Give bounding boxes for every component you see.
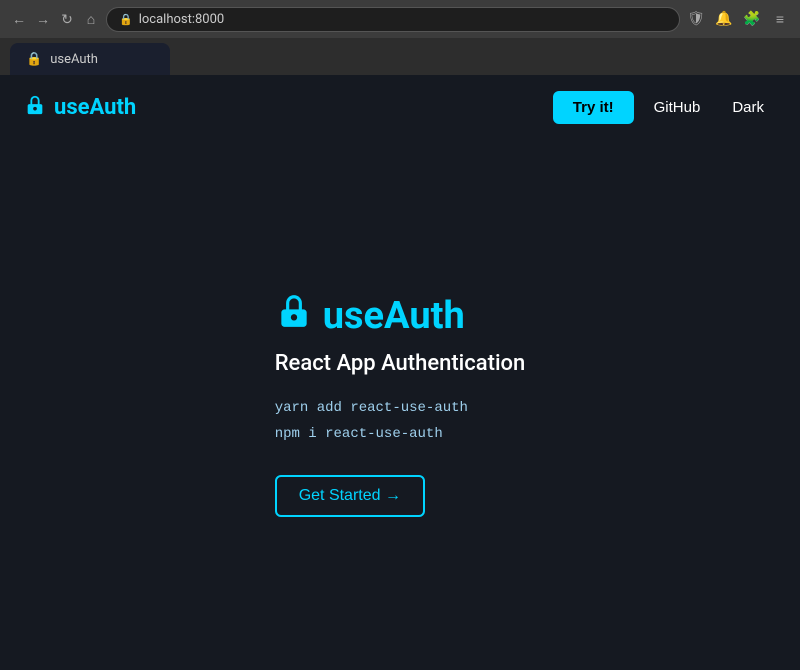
nav-logo[interactable]: useAuth: [24, 94, 136, 121]
tab-favicon: 🔒: [26, 52, 42, 67]
hero-content: useAuth React App Authentication yarn ad…: [275, 292, 526, 516]
forward-button[interactable]: →: [34, 10, 52, 28]
home-button[interactable]: ⌂: [82, 10, 100, 28]
hero-title-text: useAuth: [323, 294, 465, 338]
dark-mode-toggle[interactable]: Dark: [720, 91, 776, 124]
shield-icon: 🛡: [686, 9, 706, 29]
browser-chrome: ← → ↻ ⌂ 🔒 localhost:8000 🛡 🔔 🧩 ≡ 🔒 useAu…: [0, 0, 800, 75]
hero-section: useAuth React App Authentication yarn ad…: [0, 139, 800, 670]
address-text: localhost:8000: [139, 12, 225, 27]
code-line-2: npm i react-use-auth: [275, 422, 526, 447]
browser-toolbar: ← → ↻ ⌂ 🔒 localhost:8000 🛡 🔔 🧩 ≡: [0, 0, 800, 38]
nav-logo-text: useAuth: [54, 95, 136, 120]
reload-button[interactable]: ↻: [58, 10, 76, 28]
hero-title: useAuth: [275, 292, 526, 339]
back-button[interactable]: ←: [10, 10, 28, 28]
notification-icon: 🔔: [714, 9, 734, 29]
browser-extension-icons: 🛡 🔔 🧩 ≡: [686, 9, 790, 29]
hero-lock-icon: [275, 292, 313, 339]
menu-icon[interactable]: ≡: [770, 9, 790, 29]
tab-title: useAuth: [50, 52, 98, 67]
hero-subtitle: React App Authentication: [275, 351, 526, 376]
github-link[interactable]: GitHub: [642, 91, 713, 124]
code-line-1: yarn add react-use-auth: [275, 396, 526, 421]
secure-icon: 🔒: [119, 13, 133, 26]
browser-tabs: 🔒 useAuth: [0, 38, 800, 75]
navbar: useAuth Try it! GitHub Dark: [0, 75, 800, 139]
puzzle-icon: 🧩: [742, 9, 762, 29]
address-bar[interactable]: 🔒 localhost:8000: [106, 7, 680, 32]
get-started-button[interactable]: Get Started →: [275, 475, 425, 517]
try-it-button[interactable]: Try it!: [553, 91, 634, 124]
hero-code-block: yarn add react-use-auth npm i react-use-…: [275, 396, 526, 446]
nav-lock-icon: [24, 94, 46, 121]
app-wrapper: useAuth Try it! GitHub Dark useAuth Reac…: [0, 75, 800, 670]
active-tab[interactable]: 🔒 useAuth: [10, 43, 170, 75]
nav-links: Try it! GitHub Dark: [553, 91, 776, 124]
